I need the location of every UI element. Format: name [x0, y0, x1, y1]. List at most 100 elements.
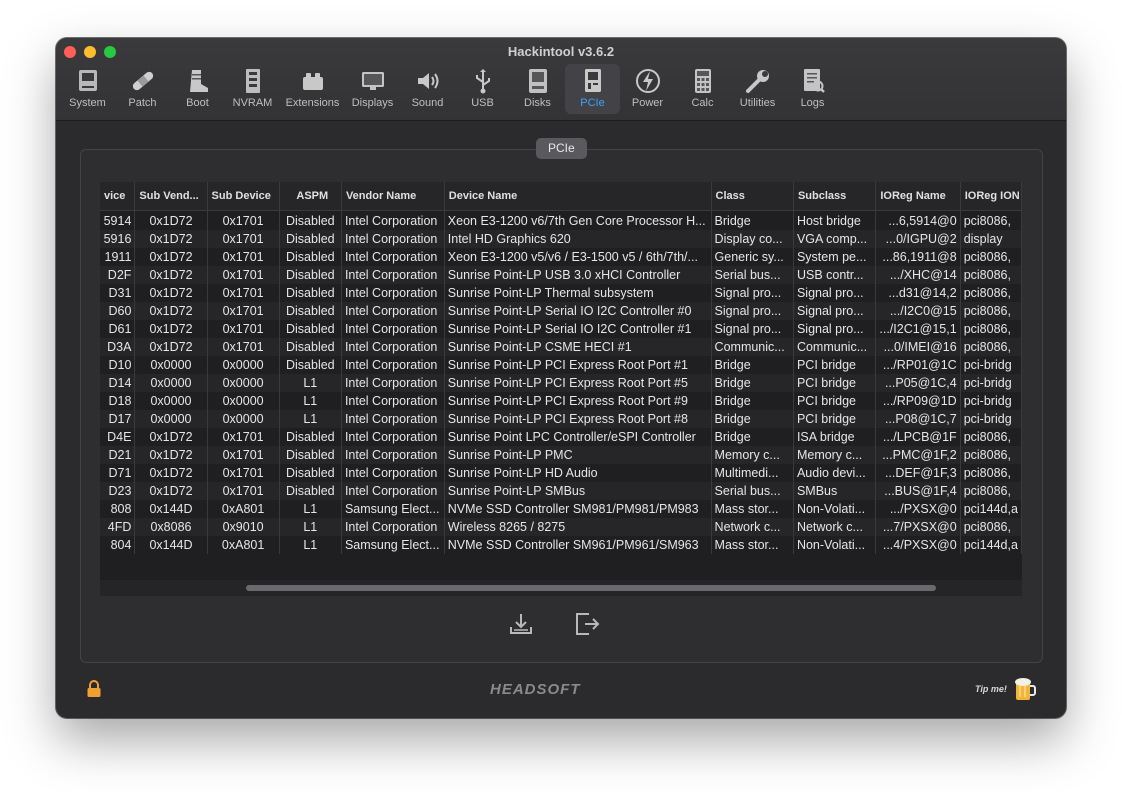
table-cell: ...7/PXSX@0: [875, 518, 961, 536]
table-cell: PCI bridge: [793, 374, 877, 392]
table-row[interactable]: 5916 0x1D72 0x1701 Disabled Intel Corporatio…: [100, 230, 1022, 248]
table-row[interactable]: D31 0x1D72 0x1701 Disabled Intel Corporation…: [100, 284, 1022, 302]
column-header[interactable]: ASPM: [279, 182, 342, 211]
table-row[interactable]: D71 0x1D72 0x1701 Disabled Intel Corporation…: [100, 464, 1022, 482]
table-cell: 0x1D72: [134, 446, 208, 464]
table-cell: D3A: [100, 338, 136, 356]
table-row[interactable]: D21 0x1D72 0x1701 Disabled Intel Corporation…: [100, 446, 1022, 464]
table-row[interactable]: 1911 0x1D72 0x1701 Disabled Intel Corporatio…: [100, 248, 1022, 266]
toolbar-boot[interactable]: Boot: [170, 64, 225, 114]
table-cell: 0x1701: [207, 302, 280, 320]
headsoft-logo[interactable]: HEADSOFT: [490, 681, 581, 698]
toolbar-system[interactable]: System: [60, 64, 115, 114]
table-cell: 0x1701: [207, 248, 280, 266]
calculator-icon: [694, 69, 711, 93]
table-cell: Intel Corporation: [341, 210, 445, 230]
table-cell: Bridge: [711, 428, 794, 446]
table-row[interactable]: 4FD 0x8086 0x9010 L1 Intel Corporation Wirele…: [100, 518, 1022, 536]
table-cell: ISA bridge: [793, 428, 877, 446]
table-row[interactable]: D60 0x1D72 0x1701 Disabled Intel Corporation…: [100, 302, 1022, 320]
exit-button[interactable]: [573, 610, 601, 638]
column-header[interactable]: IOReg Name: [875, 182, 961, 211]
table-cell: Samsung Elect...: [341, 536, 445, 554]
table-cell: 0x0000: [134, 410, 208, 428]
table-row[interactable]: D23 0x1D72 0x1701 Disabled Intel Corporation…: [100, 482, 1022, 500]
scrollbar-thumb[interactable]: [246, 585, 936, 591]
table-row[interactable]: D61 0x1D72 0x1701 Disabled Intel Corporation…: [100, 320, 1022, 338]
pcie-device-table[interactable]: vice Sub Vend... Sub Device ASPM Vendor …: [100, 182, 1022, 596]
table-cell: pci8086,: [960, 338, 1022, 356]
toolbar-patch[interactable]: Patch: [115, 64, 170, 114]
toolbar-pcie[interactable]: PCIe: [565, 64, 620, 114]
column-header[interactable]: IOReg ION: [960, 182, 1022, 211]
table-cell: ...86,1911@8: [875, 248, 961, 266]
table-cell: Intel Corporation: [341, 374, 445, 392]
toolbar-calc-label: Calc: [691, 97, 714, 109]
table-cell: 0x1701: [207, 320, 280, 338]
title-bar: Hackintool v3.6.2 System Patch Boot NVRA…: [56, 38, 1066, 121]
table-row[interactable]: D3A 0x1D72 0x1701 Disabled Intel Corporation…: [100, 338, 1022, 356]
table-cell: Intel Corporation: [341, 266, 445, 284]
column-header[interactable]: Subclass: [793, 182, 877, 211]
toolbar-power-label: Power: [631, 97, 664, 109]
column-header[interactable]: Device Name: [444, 182, 712, 211]
table-cell: Disabled: [279, 446, 342, 464]
table-cell: L1: [279, 536, 342, 554]
toolbar-utilities[interactable]: Utilities: [730, 64, 785, 114]
toolbar-disks[interactable]: Disks: [510, 64, 565, 114]
column-header[interactable]: Vendor Name: [341, 182, 445, 211]
table-cell: 0x1701: [207, 284, 280, 302]
table-row[interactable]: 808 0x144D 0xA801 L1 Samsung Elect... NVMe SS…: [100, 500, 1022, 518]
column-header[interactable]: vice: [100, 182, 136, 211]
table-row[interactable]: D2F 0x1D72 0x1701 Disabled Intel Corporation…: [100, 266, 1022, 284]
beer-icon: [1015, 678, 1036, 700]
table-row[interactable]: D14 0x0000 0x0000 L1 Intel Corporation Sunris…: [100, 374, 1022, 392]
toolbar-logs[interactable]: Logs: [785, 64, 840, 114]
table-cell: 0x0000: [134, 374, 208, 392]
table-cell: 0x0000: [207, 410, 280, 428]
toolbar-calc[interactable]: Calc: [675, 64, 730, 114]
toolbar-nvram[interactable]: NVRAM: [225, 64, 280, 114]
table-row[interactable]: D17 0x0000 0x0000 L1 Intel Corporation Sunris…: [100, 410, 1022, 428]
table-cell: Samsung Elect...: [341, 500, 445, 518]
table-cell: .../I2C1@15,1: [875, 320, 961, 338]
app-window: Hackintool v3.6.2 System Patch Boot NVRA…: [56, 38, 1066, 718]
table-row[interactable]: D4E 0x1D72 0x1701 Disabled Intel Corporation…: [100, 428, 1022, 446]
table-cell: Sunrise Point-LP SMBus: [444, 482, 712, 500]
table-row[interactable]: D10 0x0000 0x0000 Disabled Intel Corporation…: [100, 356, 1022, 374]
pcie-card-icon: [584, 69, 601, 92]
column-header[interactable]: Class: [711, 182, 794, 211]
toolbar-usb[interactable]: USB: [455, 64, 510, 114]
toolbar-utilities-label: Utilities: [739, 97, 776, 109]
window-title: Hackintool v3.6.2: [507, 44, 615, 59]
boot-icon: [189, 70, 208, 92]
table-cell: pci-bridg: [960, 392, 1022, 410]
table-cell: pci8086,: [960, 284, 1022, 302]
table-row[interactable]: D18 0x0000 0x0000 L1 Intel Corporation Sunris…: [100, 392, 1022, 410]
column-header[interactable]: Sub Device: [207, 182, 280, 211]
table-cell: pci8086,: [960, 302, 1022, 320]
toolbar-power[interactable]: Power: [620, 64, 675, 114]
table-cell: pci-bridg: [960, 410, 1022, 428]
table-row[interactable]: 5914 0x1D72 0x1701 Disabled Intel Corporatio…: [100, 210, 1022, 230]
table-cell: Memory c...: [793, 446, 877, 464]
table-row[interactable]: 804 0x144D 0xA801 L1 Samsung Elect... NVMe SS…: [100, 536, 1022, 554]
tip-me-button[interactable]: [1014, 676, 1036, 707]
usb-icon: [475, 69, 490, 94]
tip-me-label[interactable]: Tip me!: [975, 684, 1007, 694]
lock-button[interactable]: [86, 680, 102, 703]
column-header[interactable]: Sub Vend...: [134, 182, 208, 211]
table-cell: ...DEF@1F,3: [875, 464, 961, 482]
table-cell: L1: [279, 500, 342, 518]
toolbar-extensions[interactable]: Extensions: [280, 64, 345, 114]
table-cell: Disabled: [279, 482, 342, 500]
export-button[interactable]: [507, 610, 535, 638]
toolbar-sound[interactable]: Sound: [400, 64, 455, 114]
toolbar-displays[interactable]: Displays: [345, 64, 400, 114]
table-cell: 0x1D72: [134, 230, 208, 248]
table-cell: D10: [100, 356, 136, 374]
table-cell: Sunrise Point-LP Thermal subsystem: [444, 284, 712, 302]
horizontal-scrollbar[interactable]: [100, 580, 1022, 596]
table-cell: Sunrise Point-LP PCI Express Root Port #…: [444, 356, 712, 374]
table-cell: ...BUS@1F,4: [875, 482, 961, 500]
